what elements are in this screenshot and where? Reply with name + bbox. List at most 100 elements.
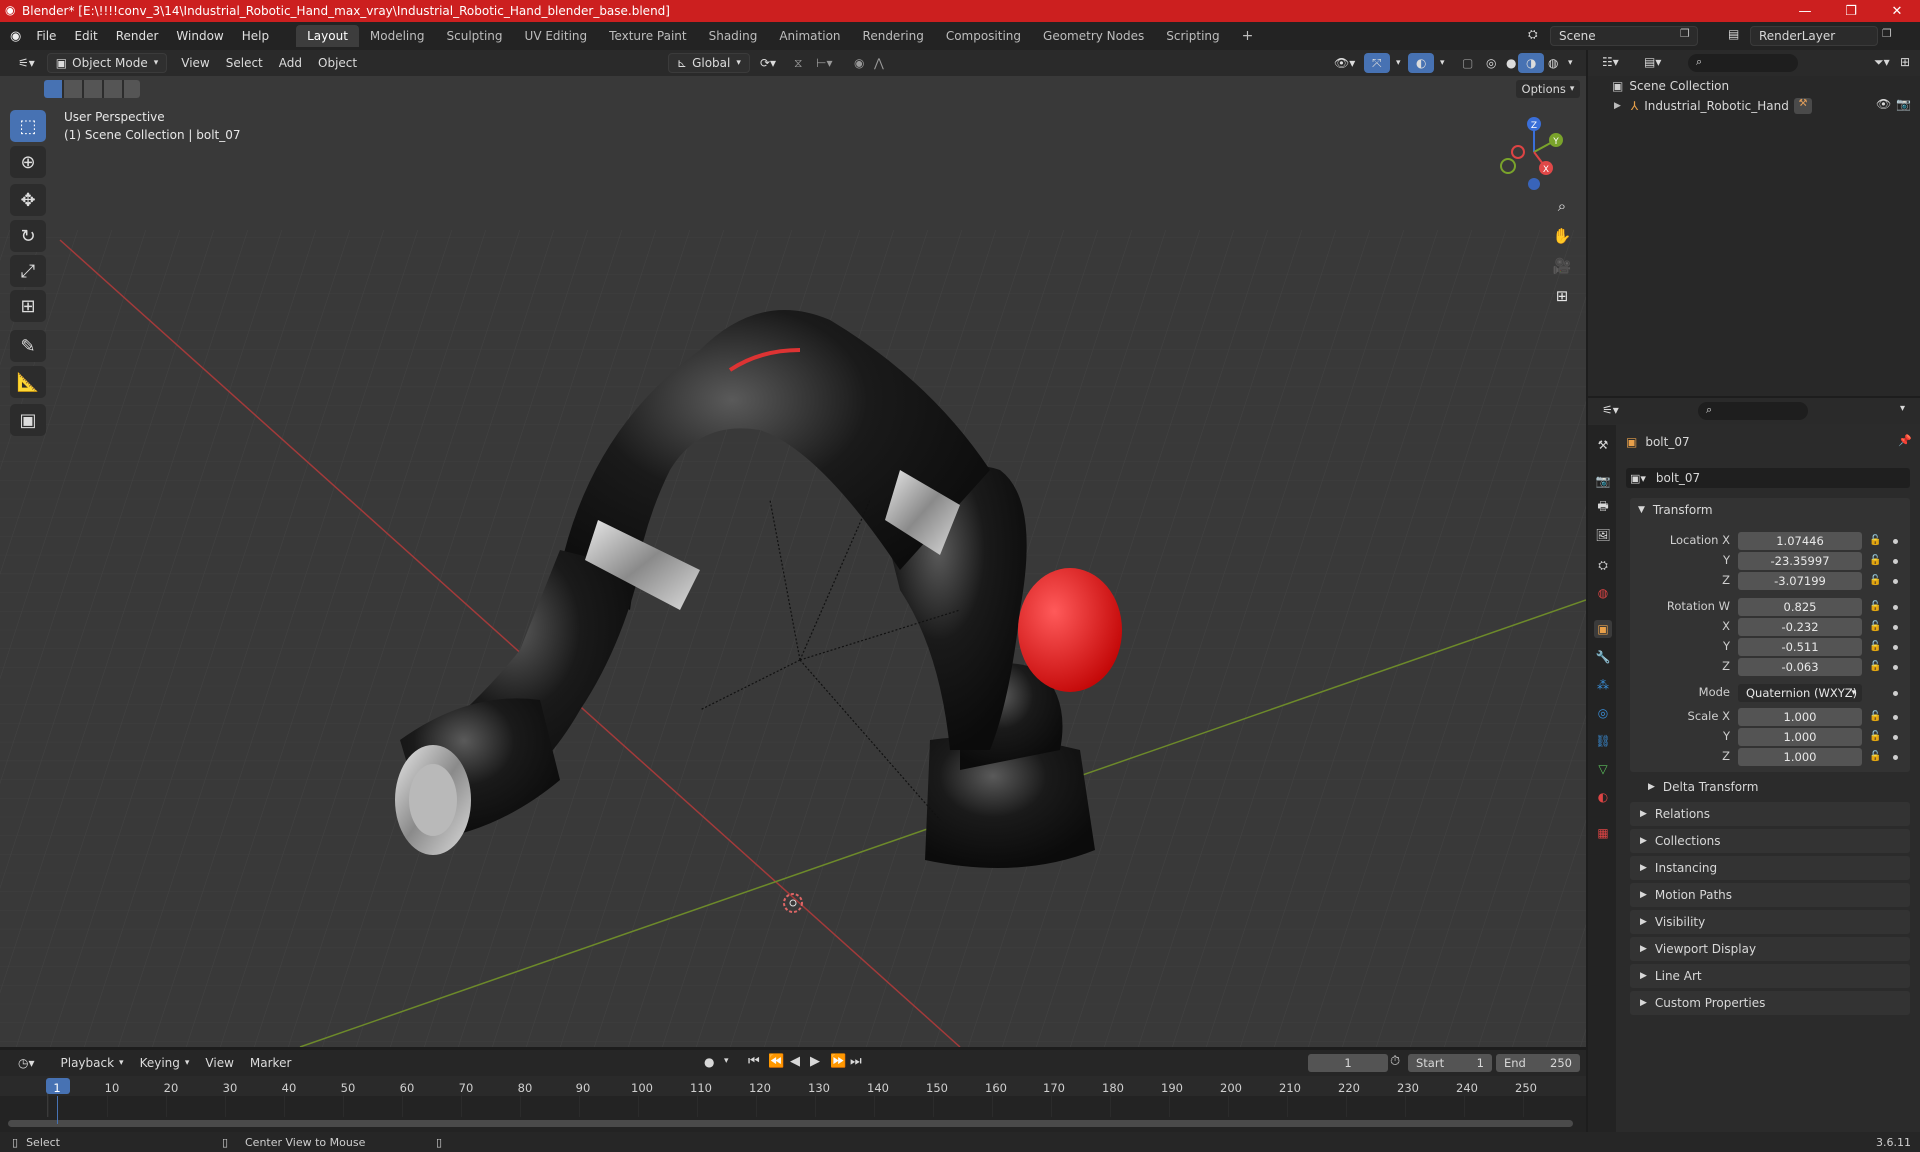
select-new-icon[interactable] (44, 80, 62, 98)
play-reverse-icon[interactable]: ◀ (790, 1054, 800, 1069)
pivot-icon[interactable]: ⟳▾ (752, 53, 784, 73)
start-frame-field[interactable]: Start 1 (1408, 1054, 1492, 1072)
tab-uv-editing[interactable]: UV Editing (514, 25, 599, 47)
renderlayer-icon[interactable]: ▤ (1728, 27, 1739, 41)
data-tab-icon[interactable]: ▽ (1594, 760, 1612, 778)
scale-y-field[interactable]: 1.000 (1738, 728, 1862, 746)
menu-playback[interactable]: Playback ▾ (53, 1053, 132, 1073)
tab-compositing[interactable]: Compositing (935, 25, 1032, 47)
particles-tab-icon[interactable]: ⁂ (1594, 676, 1612, 694)
play-icon[interactable]: ▶ (810, 1054, 820, 1069)
material-tab-icon[interactable]: ◐ (1594, 788, 1612, 806)
properties-options-icon[interactable]: ▾ (1900, 403, 1905, 414)
menu-select[interactable]: Select (218, 53, 271, 73)
render-tab-icon[interactable]: 📷 (1594, 472, 1612, 490)
snap-target-icon[interactable]: ⊢▾ (808, 53, 840, 73)
new-scene-icon[interactable]: ❐ (1680, 27, 1690, 40)
current-frame-field[interactable]: 1 (1308, 1054, 1388, 1072)
playhead-line[interactable] (57, 1096, 58, 1124)
keyframe-dot-icon[interactable] (1893, 691, 1898, 696)
prev-keyframe-icon[interactable]: ⏪ (768, 1054, 784, 1069)
menu-edit[interactable]: Edit (65, 29, 106, 43)
outliner-search-input[interactable]: ⌕ (1688, 54, 1798, 72)
scene-tab-icon[interactable]: ⛭ (1594, 556, 1612, 574)
modifier-badge-icon[interactable]: ⚒ (1794, 98, 1812, 114)
annotate-tool-icon[interactable]: ✎ (10, 330, 46, 362)
camera-view-icon[interactable]: 🎥 (1548, 252, 1576, 280)
properties-editor-icon[interactable]: ⚟▾ (1602, 403, 1619, 417)
pin-icon[interactable]: 📌 (1898, 434, 1912, 447)
gizmo-dropdown-icon[interactable]: ▾ (1388, 53, 1409, 73)
keyframe-dot-icon[interactable] (1893, 755, 1898, 760)
stopwatch-icon[interactable]: ⏱ (1390, 1054, 1400, 1069)
close-button[interactable]: ✕ (1874, 0, 1920, 22)
shading-dropdown-icon[interactable]: ▾ (1560, 53, 1581, 73)
cursor-tool-icon[interactable]: ⊕ (10, 146, 46, 178)
keyframe-dot-icon[interactable] (1893, 605, 1898, 610)
editor-type-icon[interactable]: ⚟▾ (10, 53, 43, 73)
snap-icon[interactable]: ⧖ (786, 53, 810, 73)
tab-shading[interactable]: Shading (698, 25, 769, 47)
maximize-button[interactable]: ❐ (1828, 0, 1874, 22)
menu-object[interactable]: Object (310, 53, 365, 73)
outliner-editor-icon[interactable]: ☷▾ (1602, 55, 1619, 69)
menu-render[interactable]: Render (107, 29, 168, 43)
navigation-gizmo[interactable]: Z Y X (1494, 112, 1574, 192)
scale-tool-icon[interactable]: ⤢ (10, 255, 46, 287)
tab-geometry-nodes[interactable]: Geometry Nodes (1032, 25, 1155, 47)
lock-rotation-x-icon[interactable]: 🔓 (1869, 621, 1881, 632)
ortho-grid-icon[interactable]: ⊞ (1548, 282, 1576, 310)
lock-location-y-icon[interactable]: 🔓 (1869, 555, 1881, 566)
falloff-icon[interactable]: ⋀ (866, 53, 892, 73)
add-workspace-icon[interactable]: + (1231, 24, 1265, 48)
menu-timeline-view[interactable]: View (197, 1053, 241, 1073)
tab-rendering[interactable]: Rendering (852, 25, 935, 47)
constraints-tab-icon[interactable]: ⛓ (1594, 732, 1612, 750)
rotation-y-field[interactable]: -0.511 (1738, 638, 1862, 656)
lock-scale-x-icon[interactable]: 🔓 (1869, 711, 1881, 722)
outliner-scene-collection[interactable]: ▣ Scene Collection (1588, 76, 1920, 96)
select-intersect-icon[interactable] (124, 80, 140, 98)
visibility-icon[interactable]: 👁▾ (1326, 53, 1363, 73)
texture-tab-icon[interactable]: ▦ (1594, 824, 1612, 842)
blender-menu-icon[interactable]: ◉ (10, 29, 21, 44)
lock-location-x-icon[interactable]: 🔓 (1869, 535, 1881, 546)
view-layer-tab-icon[interactable]: 🖼 (1594, 526, 1612, 544)
select-mode-buttons[interactable] (44, 80, 140, 98)
keyframe-dot-icon[interactable] (1893, 665, 1898, 670)
new-collection-icon[interactable]: ⊞ (1900, 55, 1910, 69)
lock-rotation-w-icon[interactable]: 🔓 (1869, 601, 1881, 612)
menu-file[interactable]: File (27, 29, 65, 43)
section-motion-paths[interactable]: ▶ Motion Paths (1630, 883, 1910, 907)
section-visibility[interactable]: ▶ Visibility (1630, 910, 1910, 934)
location-x-field[interactable]: 1.07446 (1738, 532, 1862, 550)
transform-tool-icon[interactable]: ⊞ (10, 290, 46, 322)
lock-rotation-y-icon[interactable]: 🔓 (1869, 641, 1881, 652)
keyframe-dot-icon[interactable] (1893, 645, 1898, 650)
pan-hand-icon[interactable]: ✋ (1548, 222, 1576, 250)
keyframe-dot-icon[interactable] (1893, 735, 1898, 740)
scale-x-field[interactable]: 1.000 (1738, 708, 1862, 726)
new-layer-icon[interactable]: ❐ (1882, 27, 1892, 40)
section-viewport-display[interactable]: ▶ Viewport Display (1630, 937, 1910, 961)
timeline-editor-icon[interactable]: ◷▾ (10, 1053, 43, 1073)
lock-location-z-icon[interactable]: 🔓 (1869, 575, 1881, 586)
minimize-button[interactable]: — (1782, 0, 1828, 22)
zoom-icon[interactable]: ⌕ (1548, 192, 1576, 220)
section-relations[interactable]: ▶ Relations (1630, 802, 1910, 826)
options-button[interactable]: Options ▾ (1516, 80, 1580, 98)
keyframe-dot-icon[interactable] (1893, 539, 1898, 544)
section-line-art[interactable]: ▶ Line Art (1630, 964, 1910, 988)
lock-scale-z-icon[interactable]: 🔓 (1869, 751, 1881, 762)
lock-rotation-z-icon[interactable]: 🔓 (1869, 661, 1881, 672)
record-dropdown-icon[interactable]: ▾ (724, 1056, 729, 1066)
jump-start-icon[interactable]: ⏮ (748, 1054, 760, 1069)
delta-transform-subpanel[interactable]: ▶ Delta Transform (1640, 776, 1910, 798)
object-name-field[interactable]: ▣▾ bolt_07 (1626, 468, 1910, 488)
overlay-dropdown-icon[interactable]: ▾ (1432, 53, 1453, 73)
scene-icon[interactable]: ⛭ (1528, 27, 1538, 42)
tab-scripting[interactable]: Scripting (1155, 25, 1230, 47)
keyframe-dot-icon[interactable] (1893, 715, 1898, 720)
timeline-scrollbar[interactable] (8, 1120, 1573, 1127)
scene-selector[interactable]: Scene (1550, 26, 1698, 46)
